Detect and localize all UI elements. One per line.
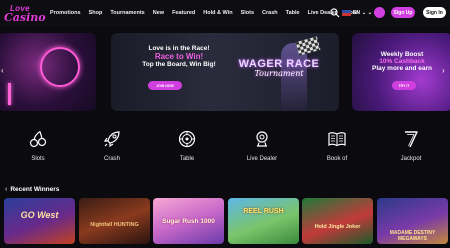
banner-text: Love is in the Race! Race to Win! Top th… — [119, 45, 239, 68]
neon-decoration — [40, 47, 80, 87]
carousel-next-arrow[interactable]: › — [442, 66, 445, 75]
banner-text: Weekly Boost 10% Cashback Play more and … — [356, 51, 448, 72]
signin-button[interactable]: Sign In — [423, 7, 446, 18]
language-label: EN — [353, 10, 360, 16]
nav-slots[interactable]: Slots — [241, 10, 254, 16]
category-label: Slots — [31, 156, 45, 162]
top-navigation: Love Casino Promotions Shop Tournaments … — [0, 0, 450, 26]
search-icon[interactable] — [330, 8, 340, 18]
cherries-icon — [29, 131, 47, 148]
recent-winners-header: ‹ Recent Winners — [5, 186, 59, 193]
nav-tournaments[interactable]: Tournaments — [110, 10, 144, 16]
banner-line3: Top the Board, Win Big! — [142, 61, 216, 68]
logo[interactable]: Love Casino — [4, 4, 46, 24]
banner-line1: Love is in the Race! — [148, 45, 210, 52]
category-label: Table — [179, 156, 195, 162]
category-table[interactable]: Table — [157, 130, 217, 168]
try-it-button[interactable]: TRY IT — [392, 81, 416, 90]
category-label: Jackpot — [400, 156, 422, 162]
game-title: MADAME DESTINY MEGAWAYS — [389, 230, 436, 242]
roulette-icon — [178, 130, 196, 148]
recent-winners-row: GO West Nightfall HUNTING Sugar Rush 100… — [4, 198, 450, 248]
nav-hold-and-win[interactable]: Hold & Win — [203, 10, 232, 16]
chevron-down-icon: ⌄ — [367, 10, 373, 16]
nav-table[interactable]: Table — [286, 10, 300, 16]
nav-featured[interactable]: Featured — [172, 10, 195, 16]
game-tile-nightfall-hunting[interactable]: Nightfall HUNTING — [79, 198, 150, 244]
rocket-icon — [103, 131, 120, 148]
wager-race-logo: WAGER RACE Tournament — [233, 58, 325, 78]
carousel-prev-arrow[interactable]: ‹ — [1, 66, 4, 75]
game-tile-reel-rush[interactable]: REEL RUSH — [228, 198, 299, 244]
category-book-of[interactable]: Book of — [307, 130, 367, 168]
nav-shop[interactable]: Shop — [89, 10, 103, 16]
promo-banner-wager-race[interactable]: Love is in the Race! Race to Win! Top th… — [111, 33, 339, 111]
dealer-icon — [256, 131, 268, 147]
nav-promotions[interactable]: Promotions — [50, 10, 81, 16]
game-title: Hold Jingle Joker — [314, 224, 361, 230]
chevron-down-icon: ⌄ — [361, 10, 367, 16]
checkered-flag-icon — [295, 36, 321, 56]
promo-banner-left[interactable] — [0, 33, 96, 111]
game-title: GO West — [20, 210, 59, 220]
game-tile-sugar-rush-1000[interactable]: Sugar Rush 1000 — [153, 198, 224, 244]
wager-race-subtitle: Tournament — [254, 69, 304, 78]
game-tile-go-west[interactable]: GO West — [4, 198, 75, 244]
banner-line1: Weekly Boost — [380, 51, 424, 58]
flag-icon — [342, 10, 351, 16]
language-selector[interactable]: EN ⌄ — [342, 8, 366, 18]
banner-line3: Play more and earn — [372, 65, 432, 72]
signup-button[interactable]: Sign Up — [391, 7, 415, 18]
seven-icon — [405, 131, 418, 148]
category-crash[interactable]: Crash — [82, 130, 142, 168]
category-jackpot[interactable]: Jackpot — [381, 130, 441, 168]
nav-crash[interactable]: Crash — [262, 10, 278, 16]
category-slots[interactable]: Slots — [8, 130, 68, 168]
category-label: Live Dealer — [246, 156, 278, 162]
banner-line2: Race to Win! — [154, 52, 204, 61]
category-label: Book of — [326, 156, 348, 162]
game-title: REEL RUSH — [243, 208, 284, 215]
category-live-dealer[interactable]: Live Dealer — [232, 130, 292, 168]
banner-line2: 10% Cashback — [379, 58, 425, 65]
game-title: Nightfall HUNTING — [90, 222, 139, 228]
join-now-button[interactable]: JOIN NOW — [148, 81, 182, 90]
profile-avatar[interactable] — [374, 7, 385, 18]
category-bar: Slots Crash Table Live Dealer Book of Ja… — [0, 130, 450, 168]
chevron-left-icon[interactable]: ‹ — [5, 186, 7, 193]
logo-line2: Casino — [4, 11, 46, 24]
nav-new[interactable]: New — [153, 10, 164, 16]
neon-decoration — [8, 83, 11, 105]
game-tile-madame-destiny[interactable]: MADAME DESTINY MEGAWAYS — [377, 198, 448, 244]
book-icon — [328, 132, 346, 147]
category-label: Crash — [103, 156, 120, 162]
promo-banner-weekly-boost[interactable]: Weekly Boost 10% Cashback Play more and … — [352, 33, 450, 111]
recent-winners-title: Recent Winners — [10, 186, 60, 193]
game-title: Sugar Rush 1000 — [162, 218, 215, 225]
game-tile-jingle-joker[interactable]: Hold Jingle Joker — [302, 198, 373, 244]
